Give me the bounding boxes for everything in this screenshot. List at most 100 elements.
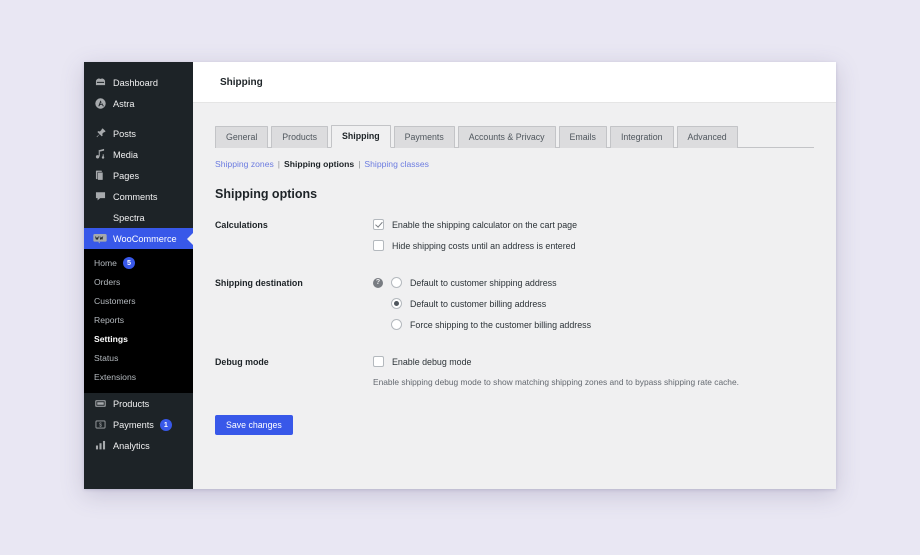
option-label: Default to customer shipping address xyxy=(410,277,557,288)
tab-emails[interactable]: Emails xyxy=(558,126,607,149)
sidebar-item-comments[interactable]: Comments xyxy=(84,186,193,207)
option-force-billing-address[interactable]: Force shipping to the customer billing a… xyxy=(373,319,836,331)
option-hide-shipping-costs[interactable]: Hide shipping costs until an address is … xyxy=(373,240,836,252)
submenu-item-label: Extensions xyxy=(94,371,137,382)
row-fields-calculations: Enable the shipping calculator on the ca… xyxy=(373,219,836,252)
radio-default-shipping-address[interactable] xyxy=(391,277,402,289)
sidebar-item-label: Pages xyxy=(113,170,140,181)
sidebar-item-label: Astra xyxy=(113,98,135,109)
subnav-current-shipping-options[interactable]: Shipping options xyxy=(284,159,354,169)
option-label: Hide shipping costs until an address is … xyxy=(392,240,576,251)
save-changes-button[interactable]: Save changes xyxy=(215,414,293,435)
sidebar-item-label: Payments xyxy=(113,419,154,430)
sidebar-item-label: Products xyxy=(113,398,150,409)
sidebar-item-analytics[interactable]: Analytics xyxy=(84,435,193,456)
submenu-item-label: Status xyxy=(94,352,119,363)
help-icon[interactable]: ? xyxy=(373,277,383,288)
admin-sidebar: Dashboard Astra Posts Media Pages Commen… xyxy=(84,62,194,489)
tab-general[interactable]: General xyxy=(215,126,269,149)
subnav-link-shipping-classes[interactable]: Shipping classes xyxy=(364,159,429,169)
subnav-separator: | xyxy=(358,159,361,170)
payments-icon: $ xyxy=(93,418,107,432)
submenu-item-customers[interactable]: Customers xyxy=(84,291,193,310)
astra-icon xyxy=(93,97,107,111)
section-title: Shipping options xyxy=(215,187,318,202)
submenu-item-label: Orders xyxy=(94,276,121,287)
sidebar-item-label: Comments xyxy=(113,191,158,202)
shipping-subnav: Shipping zones | Shipping options | Ship… xyxy=(215,159,836,169)
option-label: Enable the shipping calculator on the ca… xyxy=(392,219,578,230)
tab-advanced[interactable]: Advanced xyxy=(676,126,738,149)
sidebar-item-label: Spectra xyxy=(113,212,145,223)
sidebar-item-astra[interactable]: Astra xyxy=(84,93,193,114)
sidebar-item-products[interactable]: Products xyxy=(84,393,193,414)
option-label: Enable debug mode xyxy=(392,356,472,367)
subnav-link-shipping-zones[interactable]: Shipping zones xyxy=(215,159,274,169)
woocommerce-submenu: Home 5 Orders Customers Reports Settings… xyxy=(84,249,193,393)
tab-integration[interactable]: Integration xyxy=(609,126,674,149)
admin-window: Dashboard Astra Posts Media Pages Commen… xyxy=(84,62,836,489)
settings-tabs: General Products Shipping Payments Accou… xyxy=(215,124,814,149)
form-row-calculations: Calculations Enable the shipping calcula… xyxy=(215,219,836,252)
submenu-item-label: Reports xyxy=(94,314,125,325)
submenu-item-label: Customers xyxy=(94,295,136,306)
sidebar-item-posts[interactable]: Posts xyxy=(84,123,193,144)
page-title: Shipping xyxy=(220,76,263,88)
row-fields-shipping-destination: ? Default to customer shipping address D… xyxy=(373,277,836,331)
sidebar-item-payments[interactable]: $ Payments 1 xyxy=(84,414,193,435)
submenu-item-orders[interactable]: Orders xyxy=(84,272,193,291)
media-icon xyxy=(93,148,107,162)
payments-badge: 1 xyxy=(159,418,172,431)
subnav-separator: | xyxy=(277,159,281,170)
sidebar-item-label: Media xyxy=(113,149,139,160)
submenu-arrow-icon xyxy=(187,231,194,246)
option-default-shipping-address[interactable]: ? Default to customer shipping address xyxy=(373,277,836,289)
checkbox-enable-calculator[interactable] xyxy=(373,219,384,231)
submenu-item-label: Home xyxy=(94,257,117,268)
submenu-item-extensions[interactable]: Extensions xyxy=(84,367,193,386)
submenu-item-status[interactable]: Status xyxy=(84,348,193,367)
tab-products[interactable]: Products xyxy=(271,126,329,149)
pin-icon xyxy=(93,127,107,141)
content-body: General Products Shipping Payments Accou… xyxy=(193,103,836,489)
sidebar-item-label: Analytics xyxy=(113,440,150,451)
sidebar-item-label: Posts xyxy=(113,128,136,139)
svg-text:$: $ xyxy=(99,423,102,429)
tab-accounts-privacy[interactable]: Accounts & Privacy xyxy=(457,126,556,149)
shipping-options-form: Calculations Enable the shipping calcula… xyxy=(215,219,836,435)
sidebar-item-spectra[interactable]: Spectra xyxy=(84,207,193,228)
option-enable-calculator[interactable]: Enable the shipping calculator on the ca… xyxy=(373,219,836,231)
submenu-item-settings[interactable]: Settings xyxy=(84,329,193,348)
submenu-item-reports[interactable]: Reports xyxy=(84,310,193,329)
checkbox-hide-shipping-costs[interactable] xyxy=(373,240,384,252)
debug-mode-description: Enable shipping debug mode to show match… xyxy=(373,377,739,388)
dashboard-icon xyxy=(93,76,107,90)
products-icon xyxy=(93,397,107,411)
sidebar-item-pages[interactable]: Pages xyxy=(84,165,193,186)
submenu-item-label: Settings xyxy=(94,333,128,344)
comments-icon xyxy=(93,190,107,204)
form-row-shipping-destination: Shipping destination ? Default to custom… xyxy=(215,277,836,331)
main-area: Shipping General Products Shipping Payme… xyxy=(193,62,836,489)
checkbox-enable-debug-mode[interactable] xyxy=(373,356,384,368)
radio-default-billing-address[interactable] xyxy=(391,298,402,310)
analytics-icon xyxy=(93,439,107,453)
row-label-shipping-destination: Shipping destination xyxy=(215,278,303,289)
tab-shipping[interactable]: Shipping xyxy=(331,125,391,149)
option-default-billing-address[interactable]: Default to customer billing address xyxy=(373,298,836,310)
sidebar-item-woocommerce[interactable]: WooCommerce xyxy=(84,228,194,249)
sidebar-divider xyxy=(84,114,193,123)
submenu-item-home[interactable]: Home 5 xyxy=(84,253,193,272)
page-header: Shipping xyxy=(193,62,836,103)
radio-force-billing-address[interactable] xyxy=(391,319,402,331)
row-label-calculations: Calculations xyxy=(215,220,268,231)
home-badge: 5 xyxy=(122,256,135,269)
sidebar-item-media[interactable]: Media xyxy=(84,144,193,165)
sidebar-item-dashboard[interactable]: Dashboard xyxy=(84,72,193,93)
option-enable-debug-mode[interactable]: Enable debug mode xyxy=(373,356,836,368)
row-label-debug-mode: Debug mode xyxy=(215,357,269,368)
pages-icon xyxy=(93,169,107,183)
sidebar-item-label: Dashboard xyxy=(113,77,158,88)
tab-payments[interactable]: Payments xyxy=(393,126,455,149)
option-label: Force shipping to the customer billing a… xyxy=(410,319,592,330)
